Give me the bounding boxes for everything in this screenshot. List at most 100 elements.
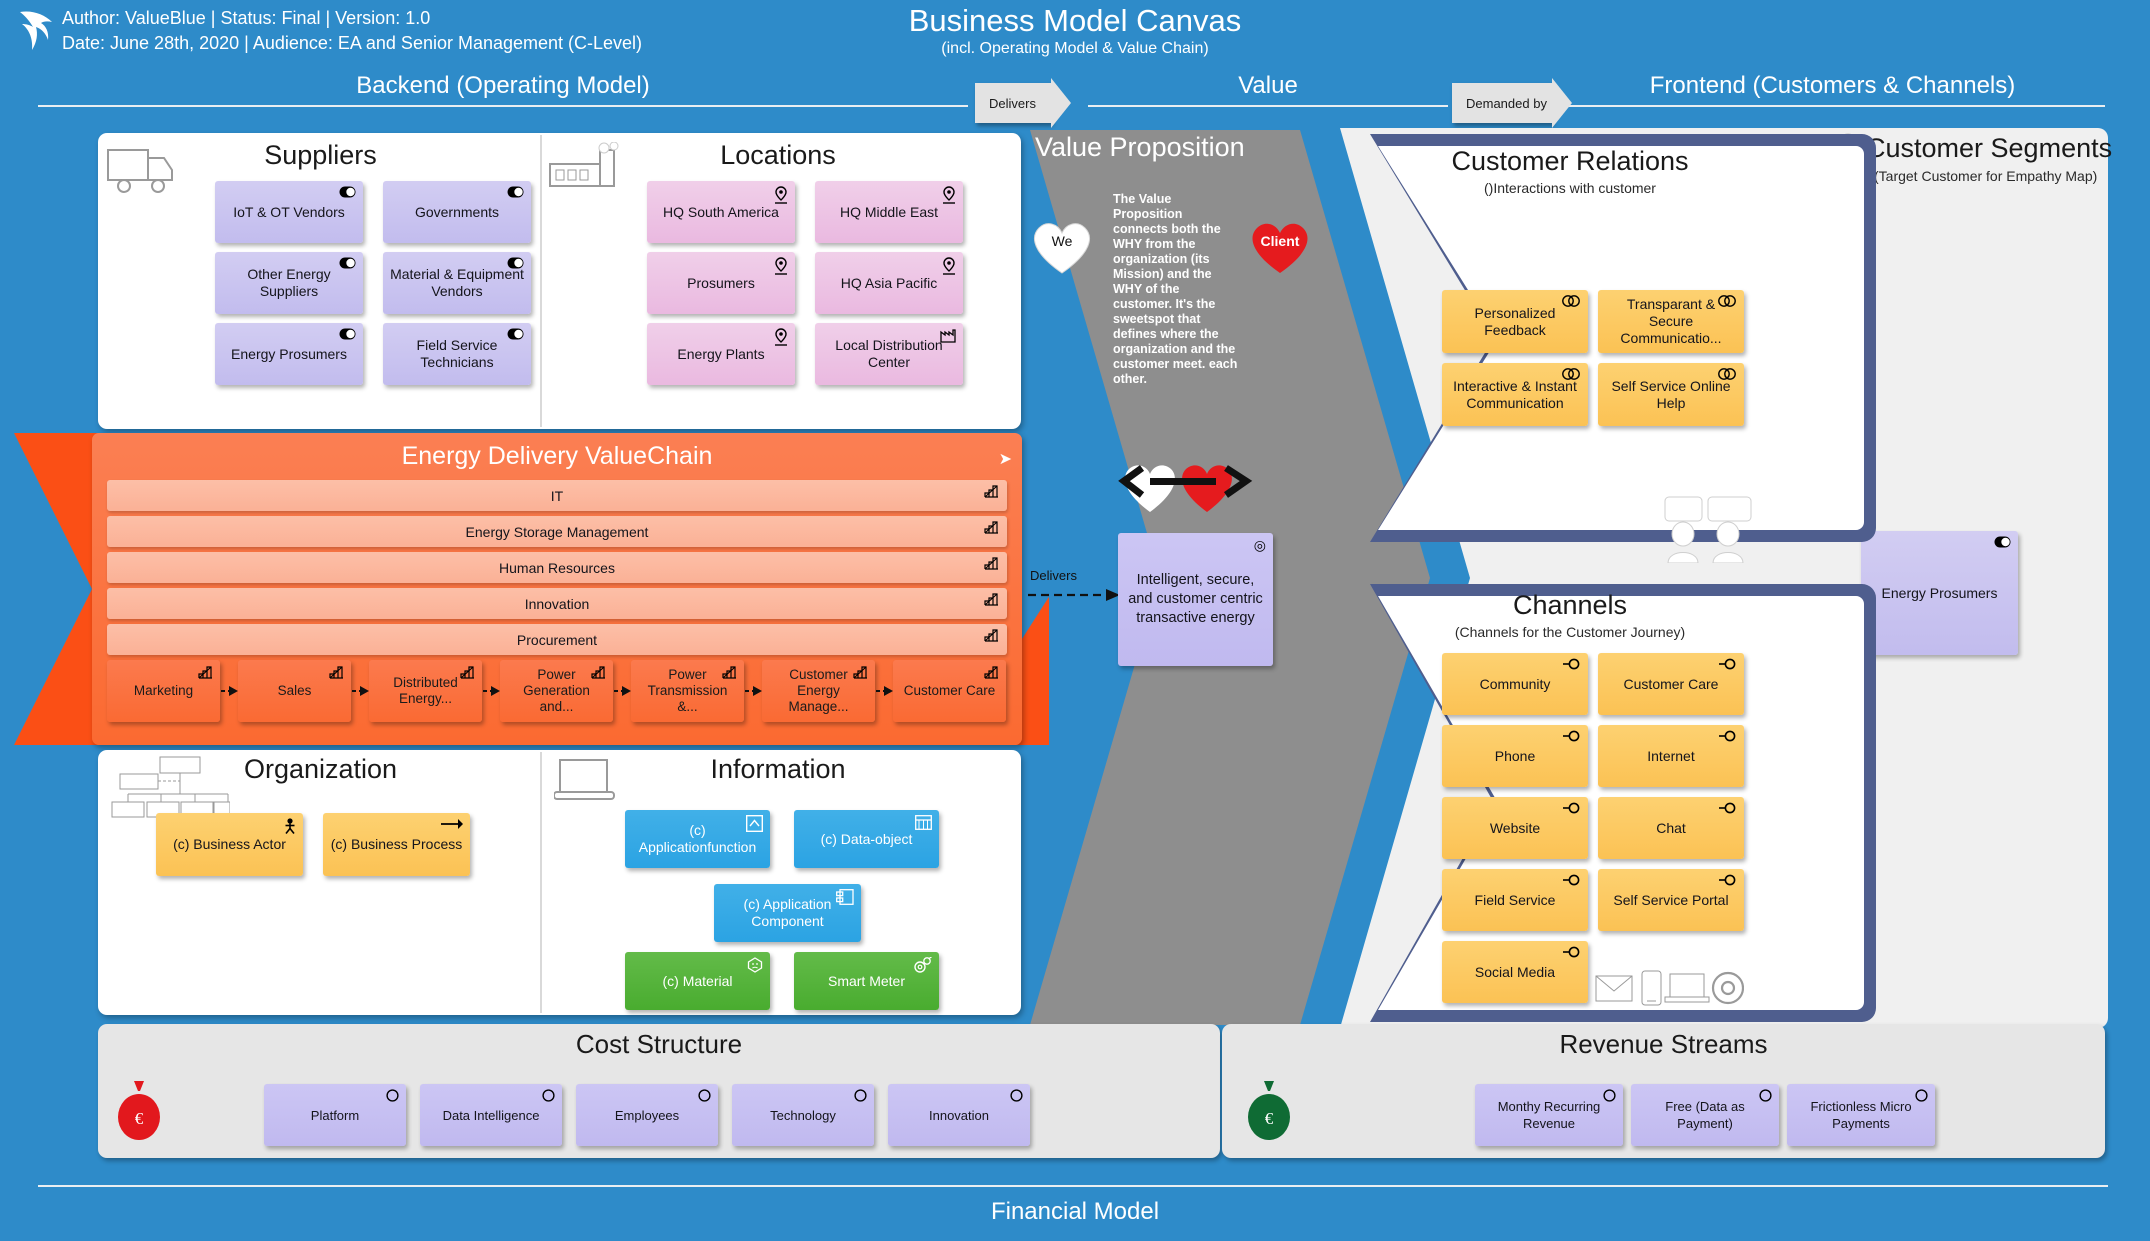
valuechain-stage-6[interactable]: Customer Energy Manage... (762, 660, 875, 722)
revenue-item-1[interactable]: Monthy Recurring Revenue (1475, 1084, 1623, 1146)
channel-item-label: Social Media (1474, 963, 1556, 980)
valuechain-support-row-label: IT (550, 487, 564, 504)
channel-item-9[interactable]: Social Media (1442, 941, 1588, 1003)
customer-relation-item-3[interactable]: Interactive & Instant Communication (1442, 363, 1588, 426)
location-item-2[interactable]: HQ Middle East (815, 181, 963, 243)
cost-item-label: Data Intelligence (442, 1107, 540, 1123)
valuestream-icon (853, 665, 868, 681)
channel-item-8[interactable]: Self Service Portal (1598, 869, 1744, 931)
circle-icon (1759, 1089, 1772, 1104)
facility-icon (940, 328, 956, 345)
valuestream-icon (460, 665, 475, 681)
customer-relation-item-4[interactable]: Self Service Online Help (1598, 363, 1744, 426)
location-item-label: HQ Middle East (839, 203, 939, 220)
channel-item-4[interactable]: Internet (1598, 725, 1744, 787)
valuechain-stage-1[interactable]: Marketing (107, 660, 220, 722)
interaction-icon (1561, 295, 1581, 309)
valuechain-support-row-label: Human Resources (499, 559, 615, 576)
supplier-item-label: Governments (414, 203, 500, 220)
location-item-label: Prosumers (687, 274, 755, 291)
revenue-item-3[interactable]: Frictionless Micro Payments (1787, 1084, 1935, 1146)
page-title: Business Model Canvas (908, 3, 1242, 38)
valuechain-stage-label: Customer Care (903, 683, 996, 698)
valuechain-support-row-4[interactable]: Innovation (107, 588, 1007, 619)
information-item-5[interactable]: Smart Meter (794, 952, 939, 1010)
map-pin-icon (942, 257, 956, 277)
channel-item-7[interactable]: Field Service (1442, 869, 1588, 931)
cost-item-label: Technology (770, 1107, 836, 1123)
channel-item-3[interactable]: Phone (1442, 725, 1588, 787)
cost-item-1[interactable]: Platform (264, 1084, 406, 1146)
map-pin-icon (774, 328, 788, 348)
supplier-item-label: Energy Prosumers (231, 345, 347, 362)
envelope-icon (1595, 975, 1633, 1002)
circle-icon (542, 1089, 555, 1104)
organization-item-1[interactable]: (c) Business Actor (156, 813, 303, 876)
location-item-4[interactable]: HQ Asia Pacific (815, 252, 963, 314)
valuechain-support-row-5[interactable]: Procurement (107, 624, 1007, 655)
cost-item-4[interactable]: Technology (732, 1084, 874, 1146)
channels-decor-icons (1595, 970, 1744, 1006)
valuestream-icon (984, 520, 999, 537)
supplier-item-5[interactable]: Energy Prosumers (215, 323, 363, 385)
organization-item-2[interactable]: (c) Business Process (323, 813, 470, 876)
demanded-by-band-arrow-label: Demanded by (1466, 95, 1547, 111)
channel-item-label: Field Service (1474, 891, 1556, 908)
location-item-1[interactable]: HQ South America (647, 181, 795, 243)
cost-item-2[interactable]: Data Intelligence (420, 1084, 562, 1146)
customer-relation-item-1[interactable]: Personalized Feedback (1442, 290, 1588, 353)
toggle-icon (507, 257, 524, 271)
information-item-label: Smart Meter (827, 972, 905, 989)
toggle-icon (339, 186, 356, 200)
channel-item-2[interactable]: Customer Care (1598, 653, 1744, 715)
valuechain-stage-3[interactable]: Distributed Energy... (369, 660, 482, 722)
interaction-icon (1717, 368, 1737, 382)
valuechain-support-row-1[interactable]: IT (107, 480, 1007, 511)
supplier-item-2[interactable]: Governments (383, 181, 531, 243)
supplier-item-4[interactable]: Material & Equipment Vendors (383, 252, 531, 314)
interaction-icon (1717, 295, 1737, 309)
panel-divider (540, 135, 542, 427)
information-item-3[interactable]: (c) Application Component (714, 884, 861, 942)
information-item-2[interactable]: (c) Data-object (794, 810, 939, 868)
revenue-item-2[interactable]: Free (Data as Payment) (1631, 1084, 1779, 1146)
valuechain-support-row-label: Innovation (524, 595, 590, 612)
valuestream-icon (329, 665, 344, 681)
service-interface-icon (1563, 802, 1581, 816)
toggle-icon (1994, 536, 2011, 550)
channel-item-6[interactable]: Chat (1598, 797, 1744, 859)
channel-item-label: Community (1479, 675, 1551, 692)
we-heart-label: We (1051, 233, 1073, 249)
laptop-icon (1664, 973, 1710, 1003)
revenue-streams-title: Revenue Streams (1559, 1029, 1768, 1059)
cost-item-3[interactable]: Employees (576, 1084, 718, 1146)
valuechain-support-row-2[interactable]: Energy Storage Management (107, 516, 1007, 547)
application-function-icon (745, 814, 764, 834)
customer-relation-item-2[interactable]: Transparant & Secure Communicatio... (1598, 290, 1744, 353)
valuechain-stage-2[interactable]: Sales (238, 660, 351, 722)
valuechain-stage-5[interactable]: Power Transmission &... (631, 660, 744, 722)
channel-item-5[interactable]: Website (1442, 797, 1588, 859)
supplier-item-6[interactable]: Field Service Technicians (383, 323, 531, 385)
valuechain-stage-4[interactable]: Power Generation and... (500, 660, 613, 722)
interaction-icon (1561, 368, 1581, 382)
location-item-6[interactable]: Local Distribution Center (815, 323, 963, 385)
information-item-1[interactable]: (c) Applicationfunction (625, 810, 770, 868)
supplier-item-1[interactable]: IoT & OT Vendors (215, 181, 363, 243)
location-item-label: Local Distribution Center (835, 337, 943, 370)
organization-item-label: (c) Business Process (330, 836, 463, 852)
channel-item-1[interactable]: Community (1442, 653, 1588, 715)
valuechain-support-row-3[interactable]: Human Resources (107, 552, 1007, 583)
valuechain-icon: ➤ (998, 451, 1012, 468)
cost-item-5[interactable]: Innovation (888, 1084, 1030, 1146)
valuechain-stage-7[interactable]: Customer Care (893, 660, 1006, 722)
location-item-3[interactable]: Prosumers (647, 252, 795, 314)
backend-band-rule (38, 105, 968, 107)
suppliers-title: Suppliers (264, 140, 377, 170)
data-object-icon (915, 815, 932, 832)
circle-icon (854, 1089, 867, 1104)
supplier-item-3[interactable]: Other Energy Suppliers (215, 252, 363, 314)
value-band-rule (1088, 105, 1448, 107)
location-item-5[interactable]: Energy Plants (647, 323, 795, 385)
information-item-4[interactable]: (c) Material (625, 952, 770, 1010)
